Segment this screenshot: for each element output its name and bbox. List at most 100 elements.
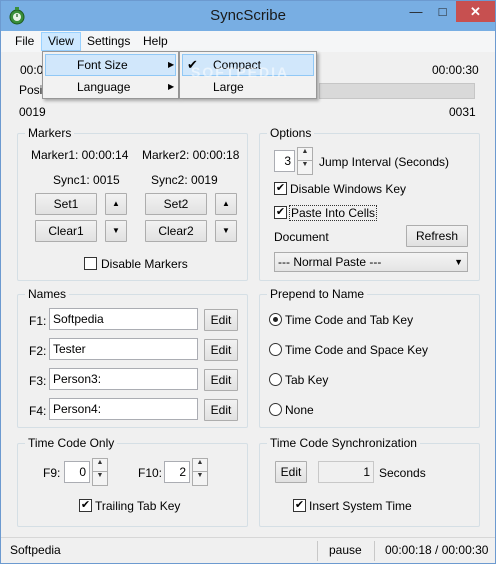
paste-into-cells-label: Paste Into Cells xyxy=(289,205,378,221)
f10-up-icon[interactable]: ▲ xyxy=(193,459,207,472)
paste-mode-select[interactable]: --- Normal Paste --- ▼ xyxy=(274,252,468,272)
prepend-none-label: None xyxy=(285,403,314,417)
f3-label: F3: xyxy=(29,374,47,388)
f4-edit-button[interactable]: Edit xyxy=(204,399,238,421)
options-title: Options xyxy=(267,126,315,140)
timecode-only-group: Time Code Only xyxy=(17,436,248,527)
disable-markers-label: Disable Markers xyxy=(101,257,188,271)
f2-name-input[interactable]: Tester xyxy=(49,338,198,360)
jump-interval-label: Jump Interval (Seconds) xyxy=(319,155,450,169)
prepend-radio-tabkey[interactable] xyxy=(269,373,282,386)
jump-interval-input[interactable]: 3 xyxy=(274,150,295,172)
sync2-label: Sync2: 0019 xyxy=(151,173,218,187)
f9-spinner[interactable]: ▲ ▼ xyxy=(92,458,108,486)
menu-file[interactable]: File xyxy=(9,32,40,51)
start-time: 00:0 xyxy=(20,63,44,77)
font-size-label: Font Size xyxy=(77,58,128,72)
f4-label: F4: xyxy=(29,404,47,418)
sync1-label: Sync1: 0015 xyxy=(53,173,120,187)
menu-settings[interactable]: Settings xyxy=(81,32,136,51)
tc-sync-edit-button[interactable]: Edit xyxy=(275,461,307,483)
title-bar[interactable]: SyncScribe — □ ✕ xyxy=(1,1,495,31)
f10-input[interactable]: 2 xyxy=(164,461,190,483)
minimize-button[interactable]: — xyxy=(403,1,429,22)
marker2-up-button[interactable]: ▲ xyxy=(215,193,237,215)
marker-right-label: 0031 xyxy=(449,105,476,119)
status-separator xyxy=(317,541,318,561)
f2-label: F2: xyxy=(29,344,47,358)
app-window: SyncScribe — □ ✕ File View Settings Help… xyxy=(0,0,496,564)
timecode-only-title: Time Code Only xyxy=(25,436,118,450)
f3-name-input[interactable]: Person3: xyxy=(49,368,198,390)
f9-down-icon[interactable]: ▼ xyxy=(93,472,107,485)
status-separator xyxy=(374,541,375,561)
marker1-label: Marker1: 00:00:14 xyxy=(31,148,129,162)
f10-spinner[interactable]: ▲ ▼ xyxy=(192,458,208,486)
position-slider[interactable] xyxy=(319,83,475,99)
language-label: Language xyxy=(77,80,131,94)
insert-system-time-checkbox[interactable]: ✔ xyxy=(293,499,306,512)
f3-edit-button[interactable]: Edit xyxy=(204,369,238,391)
disable-windows-key-checkbox[interactable]: ✔ xyxy=(274,182,287,195)
names-title: Names xyxy=(25,287,70,301)
playback-state: pause xyxy=(329,543,362,557)
f9-label: F9: xyxy=(43,466,61,480)
end-time: 00:00:30 xyxy=(432,63,479,77)
marker-left-label: 0019 xyxy=(19,105,46,119)
prepend-radio-space[interactable] xyxy=(269,343,282,356)
status-bar: Softpedia pause 00:00:18 / 00:00:30 xyxy=(1,537,495,563)
close-button[interactable]: ✕ xyxy=(456,1,495,22)
document-label: Document xyxy=(274,230,329,244)
prepend-space-label: Time Code and Space Key xyxy=(285,343,428,357)
f1-name-input[interactable]: Softpedia xyxy=(49,308,198,330)
submenu-arrow-icon: ▶ xyxy=(168,60,175,69)
f2-edit-button[interactable]: Edit xyxy=(204,339,238,361)
menu-view[interactable]: View xyxy=(41,32,81,51)
f10-down-icon[interactable]: ▼ xyxy=(193,472,207,485)
playback-time: 00:00:18 / 00:00:30 xyxy=(385,543,489,557)
prepend-tabkey-label: Tab Key xyxy=(285,373,329,387)
tc-sync-group: Time Code Synchronization xyxy=(259,436,480,527)
watermark: SOFTPEDIA xyxy=(191,64,290,80)
menu-bar: File View Settings Help xyxy=(1,31,495,52)
clear2-button[interactable]: Clear2 xyxy=(145,220,207,242)
spin-down-icon[interactable]: ▼ xyxy=(298,161,312,174)
marker2-down-button[interactable]: ▼ xyxy=(215,220,237,242)
set2-button[interactable]: Set2 xyxy=(145,193,207,215)
disable-windows-key-label: Disable Windows Key xyxy=(290,182,407,196)
markers-title: Markers xyxy=(25,126,75,140)
marker1-down-button[interactable]: ▼ xyxy=(105,220,127,242)
seconds-label: Seconds xyxy=(379,466,426,480)
view-menu-font-size[interactable]: Font Size ▶ xyxy=(45,54,176,76)
set1-button[interactable]: Set1 xyxy=(35,193,97,215)
marker1-up-button[interactable]: ▲ xyxy=(105,193,127,215)
maximize-button[interactable]: □ xyxy=(429,1,456,22)
f4-name-input[interactable]: Person4: xyxy=(49,398,198,420)
status-text: Softpedia xyxy=(10,543,61,557)
spin-up-icon[interactable]: ▲ xyxy=(298,148,312,161)
f9-up-icon[interactable]: ▲ xyxy=(93,459,107,472)
refresh-button[interactable]: Refresh xyxy=(406,225,468,247)
trailing-tab-label: Trailing Tab Key xyxy=(95,499,181,513)
prepend-title: Prepend to Name xyxy=(267,287,368,301)
chevron-down-icon: ▼ xyxy=(454,257,463,267)
f10-label: F10: xyxy=(138,466,163,480)
f9-input[interactable]: 0 xyxy=(64,461,90,483)
f1-edit-button[interactable]: Edit xyxy=(204,309,238,331)
disable-markers-checkbox[interactable] xyxy=(84,257,97,270)
clear1-button[interactable]: Clear1 xyxy=(35,220,97,242)
insert-system-time-label: Insert System Time xyxy=(309,499,412,513)
menu-help[interactable]: Help xyxy=(137,32,174,51)
jump-interval-spinner[interactable]: ▲ ▼ xyxy=(297,147,313,175)
paste-into-cells-checkbox[interactable]: ✔ xyxy=(274,206,287,219)
f1-label: F1: xyxy=(29,314,47,328)
prepend-radio-none[interactable] xyxy=(269,403,282,416)
trailing-tab-checkbox[interactable]: ✔ xyxy=(79,499,92,512)
view-menu-language[interactable]: Language ▶ xyxy=(45,76,176,98)
prepend-tab-label: Time Code and Tab Key xyxy=(285,313,414,327)
prepend-radio-tab[interactable] xyxy=(269,313,282,326)
view-menu-dropdown: Font Size ▶ Language ▶ xyxy=(42,51,179,99)
sync-seconds-input[interactable]: 1 xyxy=(318,461,374,483)
marker2-label: Marker2: 00:00:18 xyxy=(142,148,240,162)
submenu-arrow-icon: ▶ xyxy=(168,82,175,91)
